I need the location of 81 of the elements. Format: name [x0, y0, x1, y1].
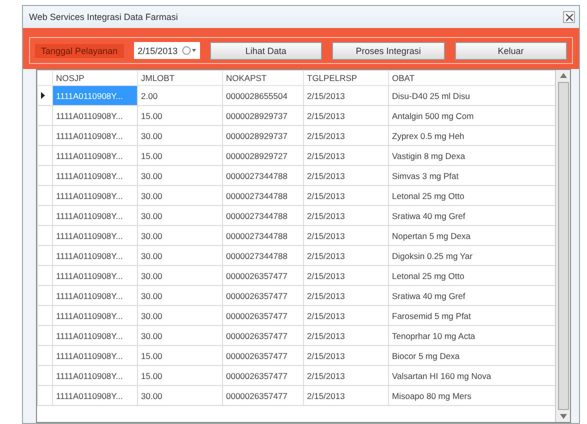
table-cell: 0000027344788 [222, 206, 304, 226]
table-cell: 1111A0110908Y... [52, 166, 138, 186]
table-cell: 2/15/2013 [304, 226, 388, 246]
scroll-down-icon[interactable] [560, 414, 566, 419]
table-cell: 1111A0110908Y... [52, 366, 138, 386]
table-cell: 30.00 [138, 266, 222, 286]
calendar-dropdown-icon[interactable] [182, 46, 196, 55]
table-cell: 1111A0110908Y... [52, 226, 138, 246]
table-cell: 2/15/2013 [304, 306, 388, 326]
table-cell: 30.00 [138, 326, 222, 346]
table-cell: 1111A0110908Y... [52, 186, 138, 206]
table-cell: 0000026357477 [222, 286, 304, 306]
table-cell: 30.00 [138, 226, 222, 246]
table-cell: 0000026357477 [222, 366, 304, 386]
table-cell: 0000027344788 [222, 226, 304, 246]
column-header[interactable]: OBAT [388, 70, 555, 86]
column-header[interactable]: JMLOBT [138, 70, 222, 86]
table-cell: 1111A0110908Y... [52, 246, 138, 266]
table-cell: 0000026357477 [222, 346, 304, 366]
table-cell: 1111A0110908Y... [52, 126, 138, 146]
table-cell: 2.00 [138, 86, 222, 106]
column-header[interactable]: NOSJP [52, 70, 138, 86]
table-cell: 2/15/2013 [304, 166, 388, 186]
table-cell: 0000027344788 [222, 246, 304, 266]
table-cell: 0000026357477 [222, 386, 304, 406]
table-cell: 15.00 [138, 366, 222, 386]
action-button[interactable]: Keluar [454, 42, 568, 60]
table-cell: 0000027344788 [222, 166, 304, 186]
close-icon [566, 14, 572, 20]
table-cell: 15.00 [138, 346, 222, 366]
window-title: Web Services Integrasi Data Farmasi [29, 12, 178, 22]
scroll-thumb[interactable] [558, 82, 568, 410]
table-cell: 30.00 [138, 206, 222, 226]
table-cell: 2/15/2013 [304, 286, 388, 306]
table-cell: 30.00 [138, 286, 222, 306]
table-cell: 2/15/2013 [304, 266, 388, 286]
table-cell: 30.00 [138, 246, 222, 266]
table-cell: 0000028929737 [222, 106, 304, 126]
table-cell: 2/15/2013 [304, 386, 388, 406]
table-cell: 15.00 [138, 146, 222, 166]
table-cell: 1111A0110908Y... [52, 306, 138, 326]
table-cell: 1111A0110908Y... [52, 266, 138, 286]
table-cell: 2/15/2013 [304, 326, 388, 346]
table-cell: 2/15/2013 [304, 126, 388, 146]
table-cell: 0000027344788 [222, 186, 304, 206]
date-label: Tanggal Pelayanan [35, 44, 124, 58]
table-cell: 0000026357477 [222, 266, 304, 286]
table-cell: 30.00 [138, 126, 222, 146]
action-button[interactable]: Proses Integrasi [332, 42, 445, 60]
column-header[interactable]: NOKAPST [222, 70, 304, 86]
table-cell: 1111A0110908Y... [52, 106, 138, 126]
table-cell: 1111A0110908Y... [52, 86, 138, 106]
table-cell: 1111A0110908Y... [52, 206, 138, 226]
table-cell: 1111A0110908Y... [52, 286, 138, 306]
table-cell: 1111A0110908Y... [52, 386, 138, 406]
table-cell: 0000028929737 [222, 126, 304, 146]
table-cell: 2/15/2013 [304, 206, 388, 226]
table-cell: 1111A0110908Y... [52, 346, 138, 366]
table-cell: 0000028655504 [222, 86, 304, 106]
table-cell: 2/15/2013 [304, 146, 388, 166]
table-cell: 2/15/2013 [304, 86, 388, 106]
table-cell: 0000028929727 [222, 146, 304, 166]
table-cell: 30.00 [138, 166, 222, 186]
column-header[interactable]: TGLPELRSP [304, 70, 388, 86]
action-button[interactable]: Lihat Data [210, 42, 322, 60]
table-cell: 1111A0110908Y... [52, 326, 138, 346]
date-field[interactable]: 2/15/2013 [134, 42, 200, 59]
table-cell: 30.00 [138, 386, 222, 406]
table-cell: 2/15/2013 [304, 186, 388, 206]
table-cell: 1111A0110908Y... [52, 146, 138, 166]
table-cell: 2/15/2013 [304, 246, 388, 266]
table-cell: 15.00 [138, 106, 222, 126]
table-cell: 2/15/2013 [304, 106, 388, 126]
table-cell: 30.00 [138, 306, 222, 326]
table-cell: 30.00 [138, 186, 222, 206]
table-cell: 0000026357477 [222, 326, 304, 346]
table-cell: 0000026357477 [222, 306, 304, 326]
close-button[interactable] [563, 11, 575, 23]
table-cell: 2/15/2013 [304, 366, 388, 386]
scroll-up-icon[interactable] [560, 73, 566, 78]
table-cell: 2/15/2013 [304, 346, 388, 366]
